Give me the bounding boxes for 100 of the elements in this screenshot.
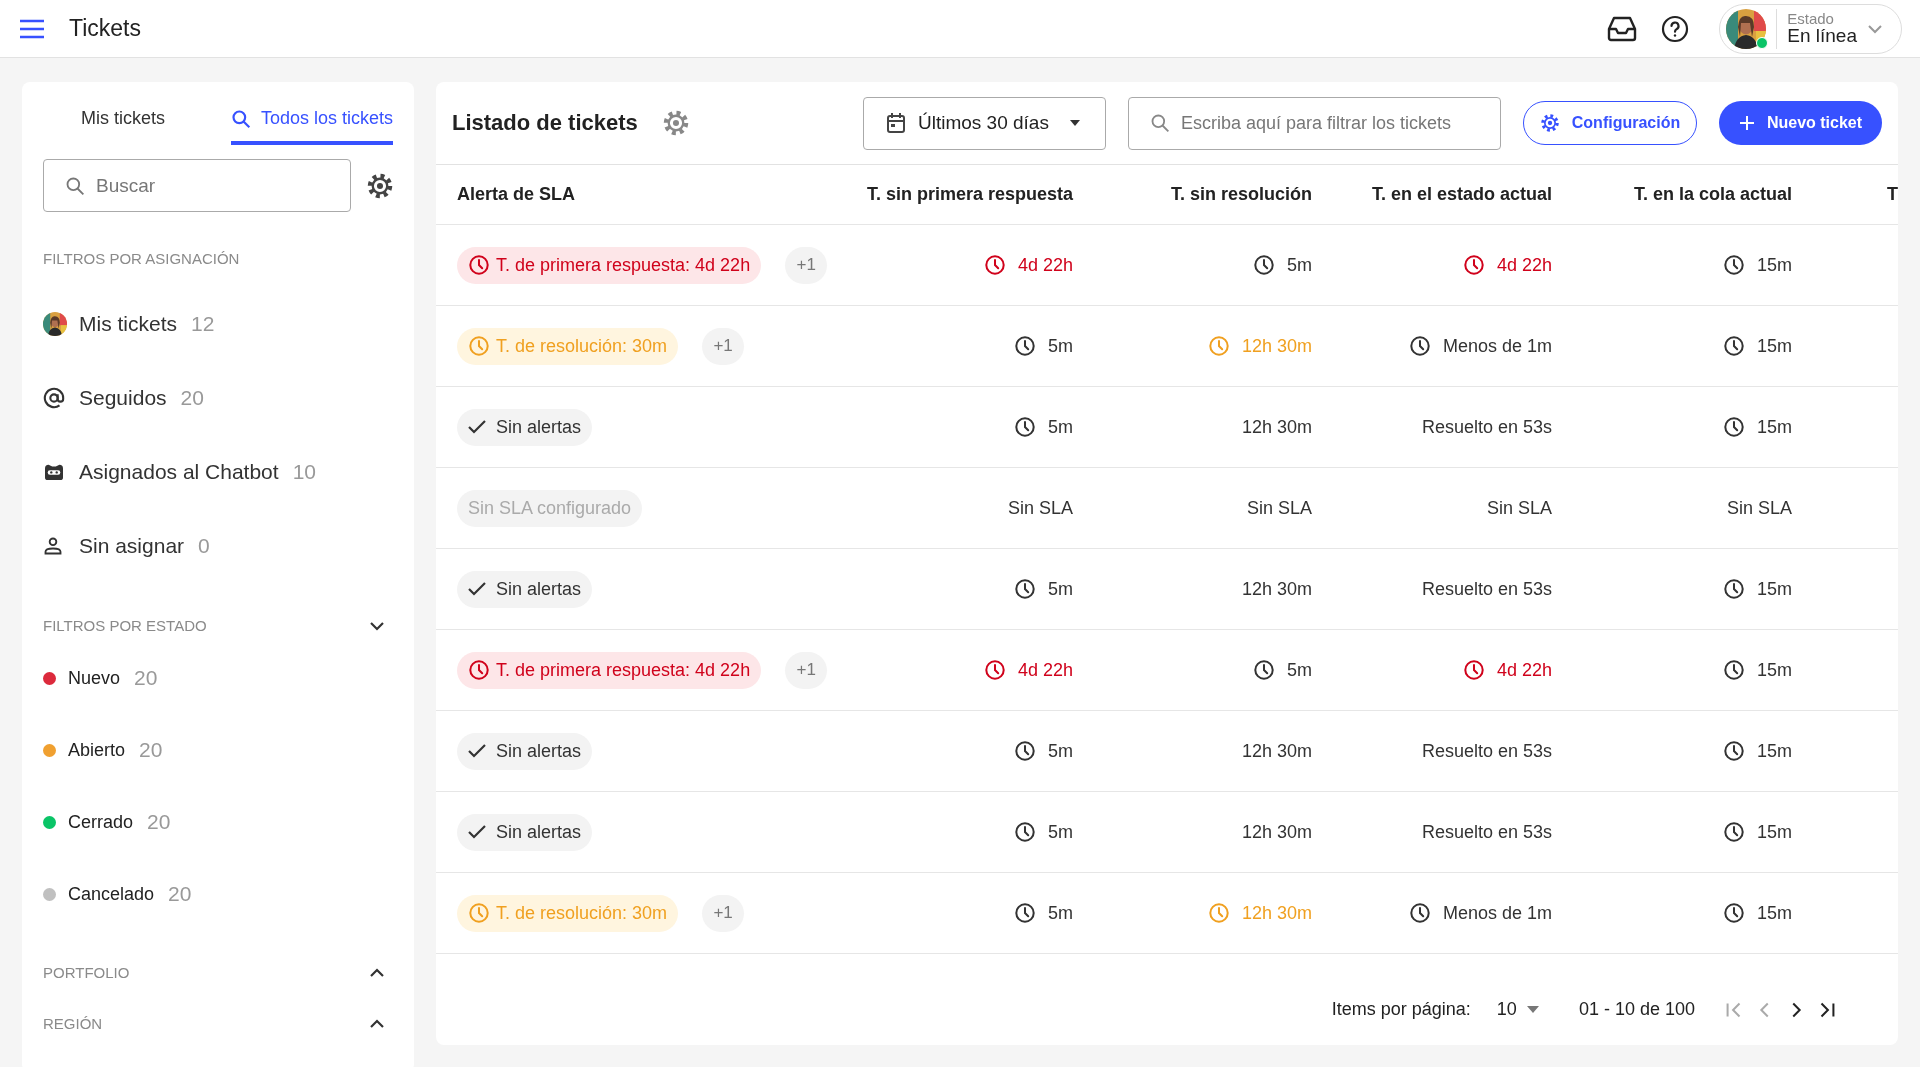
filter-item[interactable]: Cancelado xyxy=(68,883,155,905)
column-header[interactable]: T. sin resolución xyxy=(1170,184,1312,205)
filter-count: 12 xyxy=(191,312,215,336)
search-icon xyxy=(65,175,85,196)
sla-alert-tag: T. de primera respuesta: 4d 22h xyxy=(457,246,762,284)
table-cell: Sin SLA xyxy=(1726,497,1792,519)
table-cell: 5m xyxy=(1048,740,1073,762)
caret-icon xyxy=(1069,119,1081,127)
filter-item[interactable]: Cerrado xyxy=(68,811,134,833)
more-count-tag[interactable]: +1 xyxy=(785,651,828,689)
panel-title: Listado de tickets xyxy=(452,110,638,136)
check-icon xyxy=(468,420,486,434)
filter-count: 20 xyxy=(180,386,204,410)
search-icon xyxy=(230,108,251,129)
items-per-page-label: Items por página: xyxy=(1331,999,1471,1020)
page-range: 01 - 10 de 100 xyxy=(1578,999,1695,1020)
status-label: Estado xyxy=(1787,10,1834,27)
sla-alert-tag: Sin alertas xyxy=(457,408,593,446)
column-header[interactable]: T xyxy=(1887,184,1898,205)
table-cell: 12h 30m xyxy=(1241,902,1312,924)
settings-icon[interactable] xyxy=(366,171,394,200)
date-range-dropdown[interactable]: Últimos 30 días xyxy=(863,96,1106,150)
section-heading: FILTROS POR ASIGNACIÓN xyxy=(43,250,241,267)
search-field[interactable]: Buscar xyxy=(43,159,351,212)
table-cell: Sin SLA xyxy=(1486,497,1552,519)
gear-icon[interactable] xyxy=(1539,113,1560,133)
filter-item[interactable]: Nuevo xyxy=(68,667,121,689)
table-cell: Resuelto en 53s xyxy=(1421,821,1552,843)
menu-icon[interactable] xyxy=(19,18,45,39)
table-cell: 15m xyxy=(1757,254,1792,276)
clock-icon xyxy=(468,335,490,357)
table-cell: 4d 22h xyxy=(1496,659,1552,681)
more-count-tag[interactable]: +1 xyxy=(702,327,745,365)
clock-icon xyxy=(468,902,490,924)
check-icon xyxy=(468,825,486,839)
clock-icon xyxy=(468,659,490,681)
section-heading: FILTROS POR ESTADO xyxy=(43,617,207,634)
person-icon xyxy=(43,536,63,556)
filter-item[interactable]: Sin asignar xyxy=(79,534,185,558)
search-icon xyxy=(1150,113,1170,133)
filter-item[interactable]: Asignados al Chatbot xyxy=(79,460,279,484)
tab[interactable]: Mis tickets xyxy=(81,100,165,145)
chevron-down-icon[interactable] xyxy=(369,620,385,631)
column-header[interactable]: T. sin primera respuesta xyxy=(866,184,1073,205)
table-cell: 12h 30m xyxy=(1241,578,1312,600)
items-per-page-dropdown[interactable]: 10 xyxy=(1496,999,1539,1020)
filter-item[interactable]: Seguidos xyxy=(79,386,167,410)
help-icon[interactable] xyxy=(1661,14,1690,43)
table-cell: Sin SLA xyxy=(1246,497,1312,519)
table-cell: 5m xyxy=(1048,335,1073,357)
caret-icon xyxy=(1526,1006,1539,1013)
more-count-tag[interactable]: +1 xyxy=(785,246,828,284)
new-ticket-button[interactable]: Nuevo ticket xyxy=(1719,101,1882,145)
status-selector[interactable]: Estado En línea xyxy=(1719,3,1902,54)
sla-alert-tag: Sin alertas xyxy=(457,570,593,608)
filter-count: 20 xyxy=(139,738,163,762)
filter-count: 10 xyxy=(292,460,316,484)
table-cell: Menos de 1m xyxy=(1442,902,1552,924)
sla-alert-tag: Sin SLA configurado xyxy=(457,489,643,527)
check-icon xyxy=(468,582,486,596)
filter-item[interactable]: Mis tickets xyxy=(79,312,177,336)
filter-count: 0 xyxy=(198,534,210,558)
section-heading: PORTFOLIO xyxy=(43,964,130,981)
table-cell: 4d 22h xyxy=(1496,254,1552,276)
filter-item[interactable]: Abierto xyxy=(68,739,126,761)
table-cell: 15m xyxy=(1757,821,1792,843)
table-cell: 12h 30m xyxy=(1241,821,1312,843)
filter-field[interactable]: Escriba aquí para filtrar los tickets xyxy=(1128,96,1501,150)
chevron-down-icon xyxy=(1867,23,1883,34)
filter-count: 20 xyxy=(147,810,171,834)
sla-alert-tag: T. de primera respuesta: 4d 22h xyxy=(457,651,762,689)
table-cell: 5m xyxy=(1048,578,1073,600)
table-cell: 5m xyxy=(1048,416,1073,438)
more-count-tag[interactable]: +1 xyxy=(702,894,745,932)
column-header[interactable]: T. en el estado actual xyxy=(1371,184,1552,205)
clock-icon xyxy=(468,254,490,276)
inbox-icon[interactable] xyxy=(1607,15,1638,42)
table-cell: 12h 30m xyxy=(1241,416,1312,438)
sla-alert-tag: T. de resolución: 30m xyxy=(457,894,679,932)
table-cell: 5m xyxy=(1287,254,1312,276)
calendar-icon xyxy=(886,112,906,134)
table-cell: 15m xyxy=(1757,416,1792,438)
chevron-up-icon[interactable] xyxy=(369,1018,385,1029)
sla-alert-tag: T. de resolución: 30m xyxy=(457,327,679,365)
column-header[interactable]: T. en la cola actual xyxy=(1633,184,1792,205)
section-heading: REGIÓN xyxy=(43,1015,103,1032)
table-cell: Resuelto en 53s xyxy=(1421,740,1552,762)
at-sign-icon xyxy=(43,387,65,409)
column-header[interactable]: Alerta de SLA xyxy=(457,184,576,205)
chevron-up-icon[interactable] xyxy=(369,967,385,978)
page-title: Tickets xyxy=(69,15,141,42)
table-cell: 15m xyxy=(1757,902,1792,924)
sla-alert-tag: Sin alertas xyxy=(457,813,593,851)
table-cell: Sin SLA xyxy=(1007,497,1073,519)
table-cell: 15m xyxy=(1757,740,1792,762)
filter-count: 20 xyxy=(168,882,192,906)
table-cell: 5m xyxy=(1287,659,1312,681)
table-cell: 12h 30m xyxy=(1241,740,1312,762)
table-cell: 4d 22h xyxy=(1017,254,1073,276)
tab[interactable]: Todos los tickets xyxy=(230,100,393,145)
